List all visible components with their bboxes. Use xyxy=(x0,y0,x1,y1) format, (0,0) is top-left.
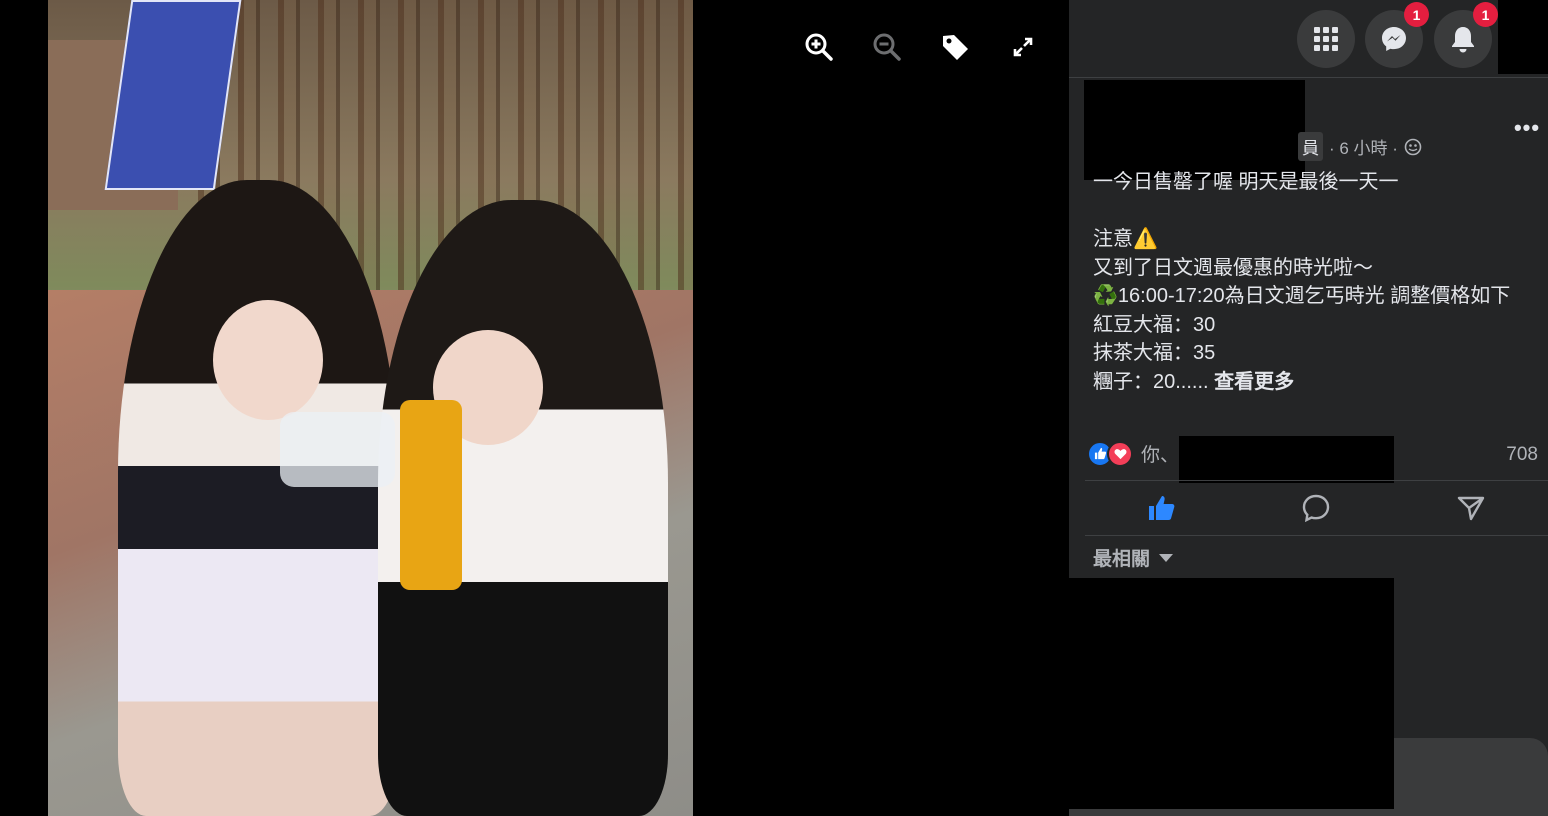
globe-icon xyxy=(1404,138,1422,155)
see-more-link[interactable]: 查看更多 xyxy=(1214,371,1294,393)
post-line: ♻️16:00-17:20為日文週乞丐時光 調整價格如下 xyxy=(1093,285,1511,307)
post-line: 注意⚠️ xyxy=(1093,228,1158,250)
share-icon xyxy=(1457,496,1485,521)
post-meta: 員 · 6 小時 · xyxy=(1298,132,1422,161)
like-button[interactable] xyxy=(1085,481,1239,535)
post-line: 紅豆大福：30 xyxy=(1093,313,1216,336)
notifications-button[interactable]: 1 xyxy=(1434,2,1498,68)
author-name-fragment: 員 xyxy=(1298,132,1323,161)
post-text: 一今日售罄了喔 明天是最後一天一 注意⚠️ 又到了日文週最優惠的時光啦～ ♻️1… xyxy=(1093,168,1548,396)
share-button[interactable] xyxy=(1394,481,1548,535)
post-line: 抹茶大福：35 xyxy=(1093,342,1216,364)
comment-icon xyxy=(1303,494,1330,523)
photo-viewer xyxy=(0,0,1069,816)
zoom-in-icon[interactable] xyxy=(800,28,838,66)
tag-icon[interactable] xyxy=(936,28,974,66)
thumbs-up-icon xyxy=(1149,496,1175,520)
menu-grid-button[interactable] xyxy=(1297,10,1355,68)
post-line: 又到了日文週最優惠的時光啦～ xyxy=(1093,256,1373,279)
messenger-badge: 1 xyxy=(1404,2,1429,27)
bell-icon xyxy=(1452,27,1474,53)
post-line: 一今日售罄了喔 明天是最後一天一 xyxy=(1093,171,1399,193)
comment-button[interactable] xyxy=(1239,481,1393,535)
reaction-names: 你、 xyxy=(1141,445,1180,466)
redacted-profile-area xyxy=(1498,0,1548,74)
reaction-count[interactable]: 708 xyxy=(1506,444,1538,466)
redacted-comments xyxy=(1069,578,1394,809)
post-line-blank xyxy=(1093,197,1548,226)
post-actions xyxy=(1085,480,1548,536)
post-line: 糰子：20...... xyxy=(1093,370,1209,393)
zoom-out-icon[interactable] xyxy=(868,28,906,66)
photo-food-box xyxy=(280,412,395,487)
caret-down-icon xyxy=(1159,553,1174,562)
post-panel: 1 1 員 · 6 小時 · ••• 一今日售罄了喔 明天是最後一天一 注意⚠️… xyxy=(1069,0,1548,816)
comment-sort-dropdown[interactable]: 最相關 xyxy=(1093,544,1174,571)
post-time[interactable]: · 6 小時 · xyxy=(1329,134,1398,159)
notifications-badge: 1 xyxy=(1473,2,1498,27)
viewer-toolbar xyxy=(800,28,1042,66)
photo-face-left xyxy=(213,300,323,420)
grid-icon xyxy=(1314,27,1338,51)
post-options-button[interactable]: ••• xyxy=(1506,108,1548,148)
redacted-author xyxy=(1084,80,1305,180)
love-reaction-icon xyxy=(1107,440,1133,467)
messenger-button[interactable]: 1 xyxy=(1365,2,1429,68)
reactions-summary[interactable]: 你、 xyxy=(1087,440,1179,467)
messenger-icon xyxy=(1382,27,1406,51)
top-bar: 1 1 xyxy=(1069,0,1548,78)
photo-person-left xyxy=(118,180,398,816)
sort-label: 最相關 xyxy=(1093,549,1151,570)
post-line-last: 糰子：20...... 查看更多 xyxy=(1093,368,1548,397)
redacted-reaction-names xyxy=(1179,436,1394,483)
post-photo[interactable] xyxy=(48,0,693,816)
photo-tea-bottle xyxy=(400,400,462,590)
fullscreen-icon[interactable] xyxy=(1004,28,1042,66)
